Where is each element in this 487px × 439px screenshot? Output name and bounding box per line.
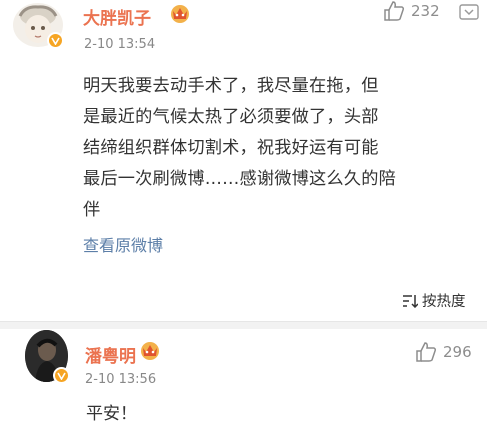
like-count: 296 xyxy=(443,343,472,361)
thumbs-up-icon xyxy=(416,342,437,362)
post-card: 大胖凯子 2-10 13:54 232 明天我要去动手术了，我尽量在拖，但 是最… xyxy=(0,0,487,320)
sort-button[interactable]: 按热度 xyxy=(402,290,466,311)
more-options-button[interactable] xyxy=(459,4,479,20)
crown-icon xyxy=(169,3,191,23)
like-count: 232 xyxy=(411,2,440,20)
content-line: 伴 xyxy=(83,200,101,220)
like-button[interactable]: 232 xyxy=(383,0,440,22)
post-timestamp: 2-10 13:54 xyxy=(84,37,156,52)
sort-icon xyxy=(403,294,418,308)
view-original-link[interactable]: 查看原微博 xyxy=(83,232,163,256)
content-line: 明天我要去动手术了，我尽量在拖，但 xyxy=(83,76,379,96)
post-content: 明天我要去动手术了，我尽量在拖，但 是最近的气候太热了必须要做了，头部 结缔组织… xyxy=(83,71,463,226)
divider xyxy=(0,321,487,329)
verified-icon xyxy=(53,367,70,384)
content-line: 最后一次刷微博……感谢微博这么久的陪 xyxy=(83,169,396,189)
verified-icon xyxy=(47,32,64,49)
thumbs-up-icon xyxy=(384,1,405,21)
reply-timestamp: 2-10 13:56 xyxy=(85,372,157,387)
sort-label: 按热度 xyxy=(422,294,466,310)
crown-icon xyxy=(139,340,161,360)
content-line: 是最近的气候太热了必须要做了，头部 xyxy=(83,107,379,127)
content-line: 结缔组织群体切割术，祝我好运有可能 xyxy=(83,138,379,158)
reply-username[interactable]: 潘粤明 xyxy=(85,342,136,367)
reply-text: 平安！ xyxy=(86,404,137,424)
post-username[interactable]: 大胖凯子 xyxy=(83,4,151,29)
reply-like-button[interactable]: 296 xyxy=(415,341,472,363)
chevron-down-icon xyxy=(459,4,479,20)
